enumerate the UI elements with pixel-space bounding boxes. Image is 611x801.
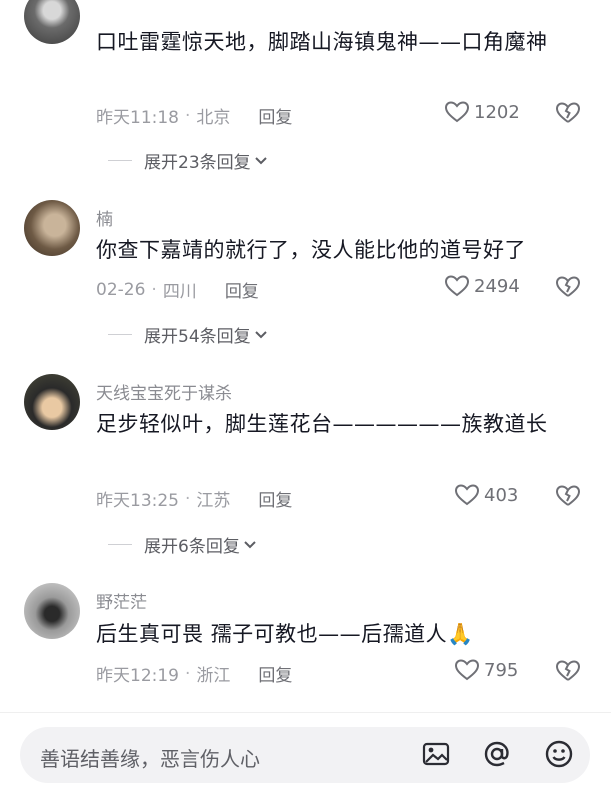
meta-separator: · — [151, 279, 157, 300]
meta-separator: · — [185, 663, 191, 684]
divider-line — [108, 334, 132, 335]
comment-text: 你查下嘉靖的就行了，没人能比他的道号好了 — [96, 238, 526, 262]
comment-location: 北京 — [196, 108, 231, 128]
image-icon[interactable] — [420, 738, 452, 774]
chevron-down-icon — [244, 540, 256, 548]
broken-heart-icon — [555, 660, 581, 681]
comment-username[interactable]: 天线宝宝死于谋杀 — [96, 379, 232, 404]
comment-time: 02-26 — [96, 279, 146, 300]
dislike-button[interactable] — [555, 659, 581, 687]
comment-input-bar: 善语结善缘，恶言伤人心 — [0, 712, 611, 801]
heart-icon — [444, 101, 470, 123]
meta-separator: · — [185, 105, 191, 126]
comment-location: 江苏 — [196, 491, 231, 511]
like-count: 795 — [484, 659, 519, 681]
chevron-down-icon — [254, 156, 267, 164]
dislike-button[interactable] — [555, 101, 581, 129]
reply-button[interactable]: 回复 — [258, 103, 292, 128]
heart-icon — [454, 659, 480, 681]
comment-time: 昨天13:25 — [96, 491, 179, 511]
like-count: 403 — [484, 484, 519, 506]
expand-label: 展开23条回复 — [144, 153, 251, 173]
divider-line — [108, 544, 132, 545]
broken-heart-icon — [555, 485, 581, 506]
reply-button[interactable]: 回复 — [258, 486, 292, 511]
like-button[interactable]: 795 — [454, 658, 518, 682]
avatar[interactable] — [24, 0, 80, 44]
broken-heart-icon — [555, 102, 581, 123]
comment-text: 足步轻似叶，脚生莲花台——————族教道长 — [96, 412, 548, 436]
emoji-icon[interactable] — [543, 738, 575, 774]
comment-text: 口吐雷霆惊天地，脚踏山海镇鬼神——口角魔神 — [96, 30, 548, 54]
input-placeholder: 善语结善缘，恶言伤人心 — [40, 747, 260, 771]
avatar[interactable] — [24, 200, 80, 256]
comment-text: 后生真可畏 孺子可教也——后孺道人🙏 — [96, 622, 474, 646]
expand-replies[interactable]: 展开54条回复 — [108, 322, 268, 347]
comment-meta: 昨天13:25 · 江苏 回复 — [96, 486, 292, 512]
like-count: 2494 — [474, 275, 520, 297]
expand-label: 展开54条回复 — [144, 327, 251, 347]
like-button[interactable]: 2494 — [444, 274, 520, 298]
at-icon[interactable] — [481, 738, 513, 774]
avatar[interactable] — [24, 374, 80, 430]
heart-icon — [444, 275, 470, 297]
chevron-down-icon — [254, 330, 267, 338]
comment-meta: 02-26 · 四川 回复 — [96, 277, 259, 303]
expand-replies[interactable]: 展开23条回复 — [108, 148, 268, 173]
broken-heart-icon — [555, 276, 581, 297]
comment-meta: 昨天11:18 · 北京 回复 — [96, 103, 292, 129]
heart-icon — [454, 484, 480, 506]
comment-username[interactable]: 楠 — [96, 205, 113, 230]
meta-separator: · — [185, 488, 191, 509]
like-count: 1202 — [474, 101, 520, 123]
comment-location: 浙江 — [196, 666, 231, 686]
comment-meta: 昨天12:19 · 浙江 回复 — [96, 661, 292, 687]
divider-line — [108, 160, 132, 161]
expand-replies[interactable]: 展开6条回复 — [108, 532, 257, 557]
comment-username[interactable]: 野茫茫 — [96, 588, 147, 613]
dislike-button[interactable] — [555, 275, 581, 303]
comment-time: 昨天11:18 — [96, 108, 179, 128]
avatar[interactable] — [24, 583, 80, 639]
reply-button[interactable]: 回复 — [258, 661, 292, 686]
comment-time: 昨天12:19 — [96, 666, 179, 686]
comment-input[interactable]: 善语结善缘，恶言伤人心 — [20, 727, 590, 783]
expand-label: 展开6条回复 — [144, 537, 240, 557]
like-button[interactable]: 403 — [454, 483, 518, 507]
reply-button[interactable]: 回复 — [225, 277, 259, 302]
like-button[interactable]: 1202 — [444, 100, 520, 124]
dislike-button[interactable] — [555, 484, 581, 512]
comment-location: 四川 — [162, 282, 197, 302]
